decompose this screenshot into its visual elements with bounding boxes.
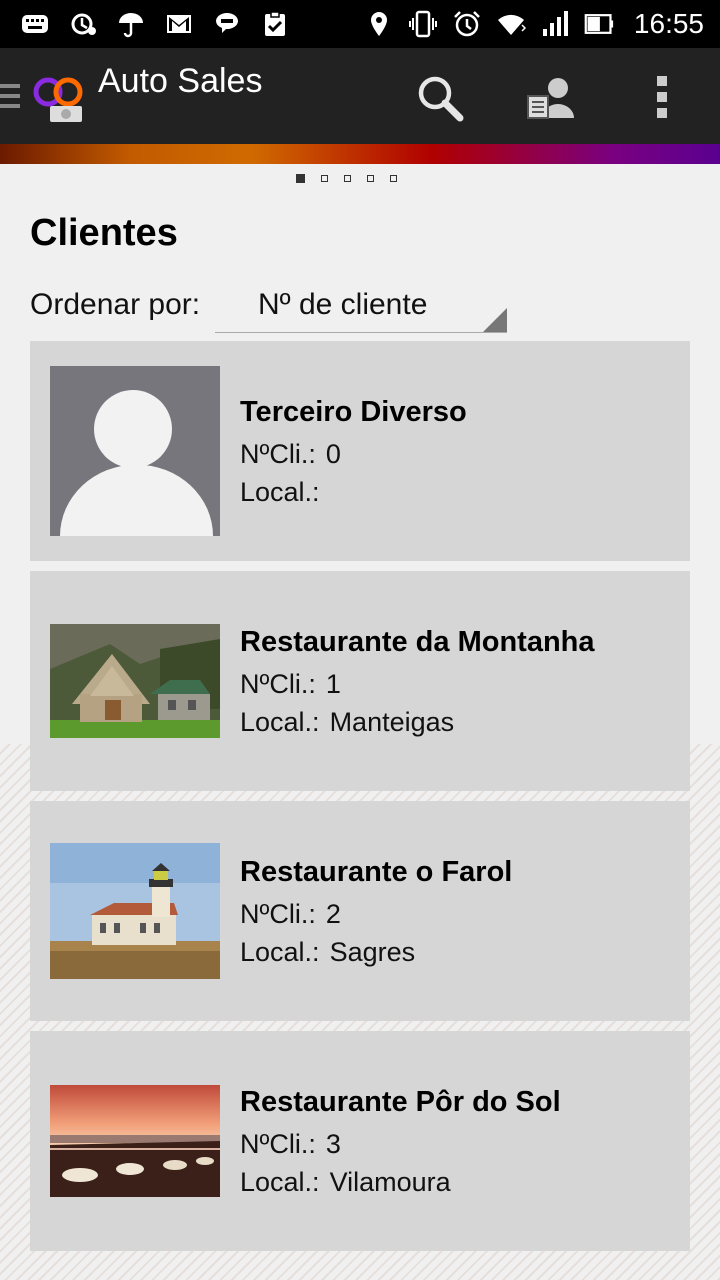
client-number-label: NºCli.: bbox=[240, 1129, 316, 1159]
app-title: Auto Sales bbox=[98, 62, 263, 100]
client-number-value: 3 bbox=[325, 1129, 341, 1159]
client-name: Terceiro Diverso bbox=[240, 396, 467, 428]
page-dot[interactable] bbox=[344, 175, 351, 182]
vibrate-icon bbox=[408, 9, 438, 39]
sort-label: Ordenar por: bbox=[30, 288, 201, 321]
client-location: Local.: bbox=[240, 477, 330, 508]
client-card[interactable]: Restaurante Pôr do Sol NºCli.: 3 Local.: V… bbox=[30, 1031, 690, 1251]
page-title: Clientes bbox=[30, 212, 178, 254]
client-location-label: Local.: bbox=[240, 937, 320, 967]
sort-dropdown[interactable]: Nº de cliente bbox=[215, 276, 507, 333]
client-location: Local.: Manteigas bbox=[240, 707, 454, 738]
hangouts-icon bbox=[212, 9, 242, 39]
search-icon[interactable] bbox=[414, 72, 466, 124]
drawer-menu-icon[interactable] bbox=[0, 82, 22, 110]
sync-icon bbox=[68, 9, 98, 39]
client-location-value: Vilamoura bbox=[329, 1167, 451, 1197]
page-indicator bbox=[296, 174, 397, 183]
client-number-value: 2 bbox=[325, 899, 341, 929]
location-icon bbox=[364, 9, 394, 39]
client-name: Restaurante da Montanha bbox=[240, 626, 595, 658]
signal-icon bbox=[540, 9, 570, 39]
page-dot[interactable] bbox=[367, 175, 374, 182]
client-number-label: NºCli.: bbox=[240, 669, 316, 699]
client-card[interactable]: Restaurante o Farol NºCli.: 2 Local.: Sagr… bbox=[30, 801, 690, 1021]
sort-selected-value: Nº de cliente bbox=[258, 288, 428, 321]
page-dot[interactable] bbox=[390, 175, 397, 182]
client-card[interactable]: Restaurante da Montanha NºCli.: 1 Local.:… bbox=[30, 571, 690, 791]
client-location-value: Manteigas bbox=[329, 707, 455, 737]
overflow-menu-icon[interactable] bbox=[652, 74, 674, 120]
keyboard-icon bbox=[20, 9, 50, 39]
battery-icon bbox=[584, 9, 614, 39]
action-bar: Auto Sales bbox=[0, 48, 720, 144]
client-number: NºCli.: 1 bbox=[240, 669, 341, 700]
clipboard-check-icon bbox=[260, 9, 290, 39]
content-area: Clientes Ordenar por: Nº de cliente Terc… bbox=[0, 164, 720, 1280]
client-number: NºCli.: 0 bbox=[240, 439, 341, 470]
client-location-label: Local.: bbox=[240, 477, 320, 507]
wifi-icon bbox=[496, 9, 526, 39]
client-number-value: 0 bbox=[325, 439, 341, 469]
dropdown-triangle-icon bbox=[483, 308, 507, 332]
client-location: Local.: Sagres bbox=[240, 937, 415, 968]
lighthouse-photo bbox=[50, 843, 220, 979]
client-location-label: Local.: bbox=[240, 1167, 320, 1197]
client-location-label: Local.: bbox=[240, 707, 320, 737]
alarm-icon bbox=[452, 9, 482, 39]
client-number: NºCli.: 2 bbox=[240, 899, 341, 930]
default-avatar-image bbox=[50, 366, 220, 536]
page-dot[interactable] bbox=[321, 175, 328, 182]
client-number-label: NºCli.: bbox=[240, 439, 316, 469]
client-number-value: 1 bbox=[325, 669, 341, 699]
client-name: Restaurante o Farol bbox=[240, 856, 513, 888]
gmail-icon bbox=[164, 9, 194, 39]
umbrella-icon bbox=[116, 9, 146, 39]
client-location: Local.: Vilamoura bbox=[240, 1167, 451, 1198]
brand-gradient-bar bbox=[0, 144, 720, 164]
client-location-value: Sagres bbox=[329, 937, 416, 967]
client-name: Restaurante Pôr do Sol bbox=[240, 1086, 561, 1118]
app-logo[interactable] bbox=[30, 72, 86, 128]
client-number: NºCli.: 3 bbox=[240, 1129, 341, 1160]
status-bar: 16:55 bbox=[0, 0, 720, 48]
contacts-icon[interactable] bbox=[526, 74, 580, 124]
sunset-terrace-photo bbox=[50, 1085, 220, 1197]
stone-chapel-photo bbox=[50, 624, 220, 738]
client-number-label: NºCli.: bbox=[240, 899, 316, 929]
client-card[interactable]: Terceiro Diverso NºCli.: 0 Local.: bbox=[30, 341, 690, 561]
page-dot-active[interactable] bbox=[296, 174, 305, 183]
status-time: 16:55 bbox=[633, 8, 704, 39]
